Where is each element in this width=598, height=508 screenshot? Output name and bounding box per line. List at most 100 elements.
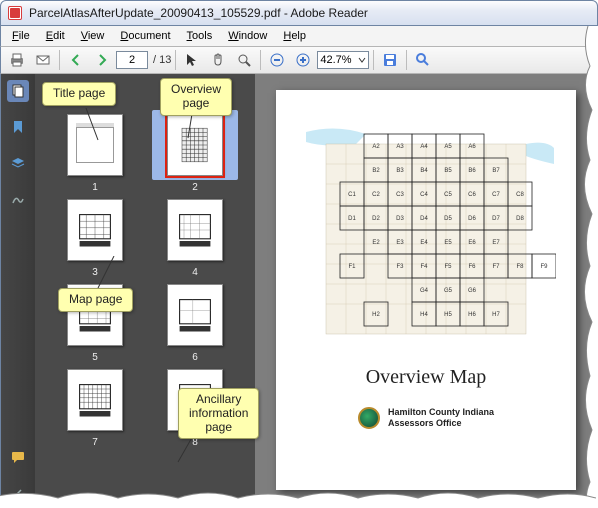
svg-text:A5: A5 [444, 144, 452, 150]
thumbnail-number: 4 [192, 267, 198, 278]
menu-view[interactable]: View [74, 27, 112, 45]
zoom-combo[interactable]: 42.7% [317, 51, 369, 69]
callout-overview-page: Overview page [160, 78, 232, 116]
marquee-zoom-button[interactable] [232, 49, 256, 71]
svg-text:B3: B3 [396, 168, 404, 174]
callout-title-page: Title page [42, 82, 116, 106]
svg-text:G6: G6 [468, 288, 477, 294]
toolbar-separator [175, 50, 176, 70]
svg-text:F9: F9 [540, 264, 548, 270]
svg-text:D4: D4 [420, 216, 428, 222]
svg-text:E5: E5 [444, 240, 452, 246]
menu-document[interactable]: Document [113, 27, 177, 45]
callout-leader [96, 256, 116, 290]
county-seal-icon [358, 407, 380, 429]
document-view[interactable]: A2A3A4A5A6B2B3B4B5B6B7C1C2C3C4C5C6C7C8D1… [255, 74, 597, 505]
svg-text:F3: F3 [396, 264, 404, 270]
callout-map-page: Map page [58, 288, 133, 312]
menu-window[interactable]: Window [221, 27, 274, 45]
callout-ancillary-page: Ancillary information page [178, 388, 259, 439]
svg-text:D6: D6 [468, 216, 476, 222]
zoom-in-button[interactable] [291, 49, 315, 71]
org-text: Hamilton County Indiana Assessors Office [388, 407, 494, 428]
org-line-2: Assessors Office [388, 418, 494, 428]
page-prev-button[interactable] [90, 49, 114, 71]
nav-layers-button[interactable] [7, 152, 29, 174]
page-number-input[interactable] [116, 51, 148, 69]
svg-text:C5: C5 [444, 192, 452, 198]
svg-text:B2: B2 [372, 168, 380, 174]
thumbnail-cell: 4 [149, 195, 241, 278]
page-count-label: / 13 [153, 54, 171, 66]
chevron-down-icon [358, 56, 366, 64]
select-tool-button[interactable] [180, 49, 204, 71]
thumbnail-4[interactable] [152, 195, 238, 265]
svg-text:G4: G4 [420, 288, 429, 294]
svg-text:D5: D5 [444, 216, 452, 222]
callout-leader [80, 108, 100, 142]
nav-bookmarks-button[interactable] [7, 116, 29, 138]
thumbnail-cell: 7 [49, 365, 141, 448]
page-heading: Overview Map [366, 366, 487, 389]
menu-file[interactable]: File [5, 27, 37, 45]
svg-text:B5: B5 [444, 168, 452, 174]
svg-text:D8: D8 [516, 216, 524, 222]
page-first-button[interactable] [64, 49, 88, 71]
find-button[interactable] [411, 49, 435, 71]
thumbnail-3[interactable] [52, 195, 138, 265]
svg-text:E6: E6 [468, 240, 476, 246]
nav-signatures-button[interactable] [7, 188, 29, 210]
thumbnail-number: 7 [92, 437, 98, 448]
svg-text:A2: A2 [372, 144, 380, 150]
nav-attachments-button[interactable] [7, 483, 29, 505]
svg-text:C8: C8 [516, 192, 524, 198]
svg-text:C6: C6 [468, 192, 476, 198]
toolbar-separator [406, 50, 407, 70]
thumbnail-cell: 3 [49, 195, 141, 278]
svg-text:F6: F6 [468, 264, 476, 270]
toolbar-separator [59, 50, 60, 70]
menu-bar: File Edit View Document Tools Window Hel… [0, 26, 598, 46]
page-2-paper: A2A3A4A5A6B2B3B4B5B6B7C1C2C3C4C5C6C7C8D1… [276, 90, 576, 490]
thumbnail-7[interactable] [52, 365, 138, 435]
svg-text:B6: B6 [468, 168, 476, 174]
svg-text:H2: H2 [372, 312, 380, 318]
thumbnail-cell: 6 [149, 280, 241, 363]
overview-map-graphic: A2A3A4A5A6B2B3B4B5B6B7C1C2C3C4C5C6C7C8D1… [296, 114, 556, 354]
nav-pages-button[interactable] [7, 80, 29, 102]
org-line-1: Hamilton County Indiana [388, 407, 494, 417]
thumbnail-number: 1 [92, 182, 98, 193]
svg-text:C1: C1 [348, 192, 356, 198]
svg-text:C7: C7 [492, 192, 500, 198]
menu-tools[interactable]: Tools [180, 27, 220, 45]
svg-text:B7: B7 [492, 168, 500, 174]
menu-help[interactable]: Help [276, 27, 313, 45]
thumbnail-number: 2 [192, 182, 198, 193]
svg-text:C4: C4 [420, 192, 428, 198]
zoom-value: 42.7% [320, 54, 351, 66]
save-button[interactable] [378, 49, 402, 71]
svg-text:D2: D2 [372, 216, 380, 222]
svg-text:H5: H5 [444, 312, 452, 318]
page-footer-org: Hamilton County Indiana Assessors Office [358, 407, 494, 429]
svg-text:E7: E7 [492, 240, 500, 246]
svg-text:F7: F7 [492, 264, 500, 270]
toolbar-separator [260, 50, 261, 70]
menu-edit[interactable]: Edit [39, 27, 72, 45]
email-button[interactable] [31, 49, 55, 71]
svg-text:A4: A4 [420, 144, 428, 150]
hand-tool-button[interactable] [206, 49, 230, 71]
nav-comments-button[interactable] [7, 447, 29, 469]
svg-text:H6: H6 [468, 312, 476, 318]
zoom-out-button[interactable] [265, 49, 289, 71]
app-window: ParcelAtlasAfterUpdate_20090413_105529.p… [0, 0, 598, 506]
svg-text:A3: A3 [396, 144, 404, 150]
window-title: ParcelAtlasAfterUpdate_20090413_105529.p… [29, 6, 368, 20]
svg-text:H4: H4 [420, 312, 428, 318]
svg-text:F5: F5 [444, 264, 452, 270]
svg-text:D1: D1 [348, 216, 356, 222]
thumbnail-number: 6 [192, 352, 198, 363]
print-button[interactable] [5, 49, 29, 71]
svg-text:C3: C3 [396, 192, 404, 198]
thumbnail-6[interactable] [152, 280, 238, 350]
